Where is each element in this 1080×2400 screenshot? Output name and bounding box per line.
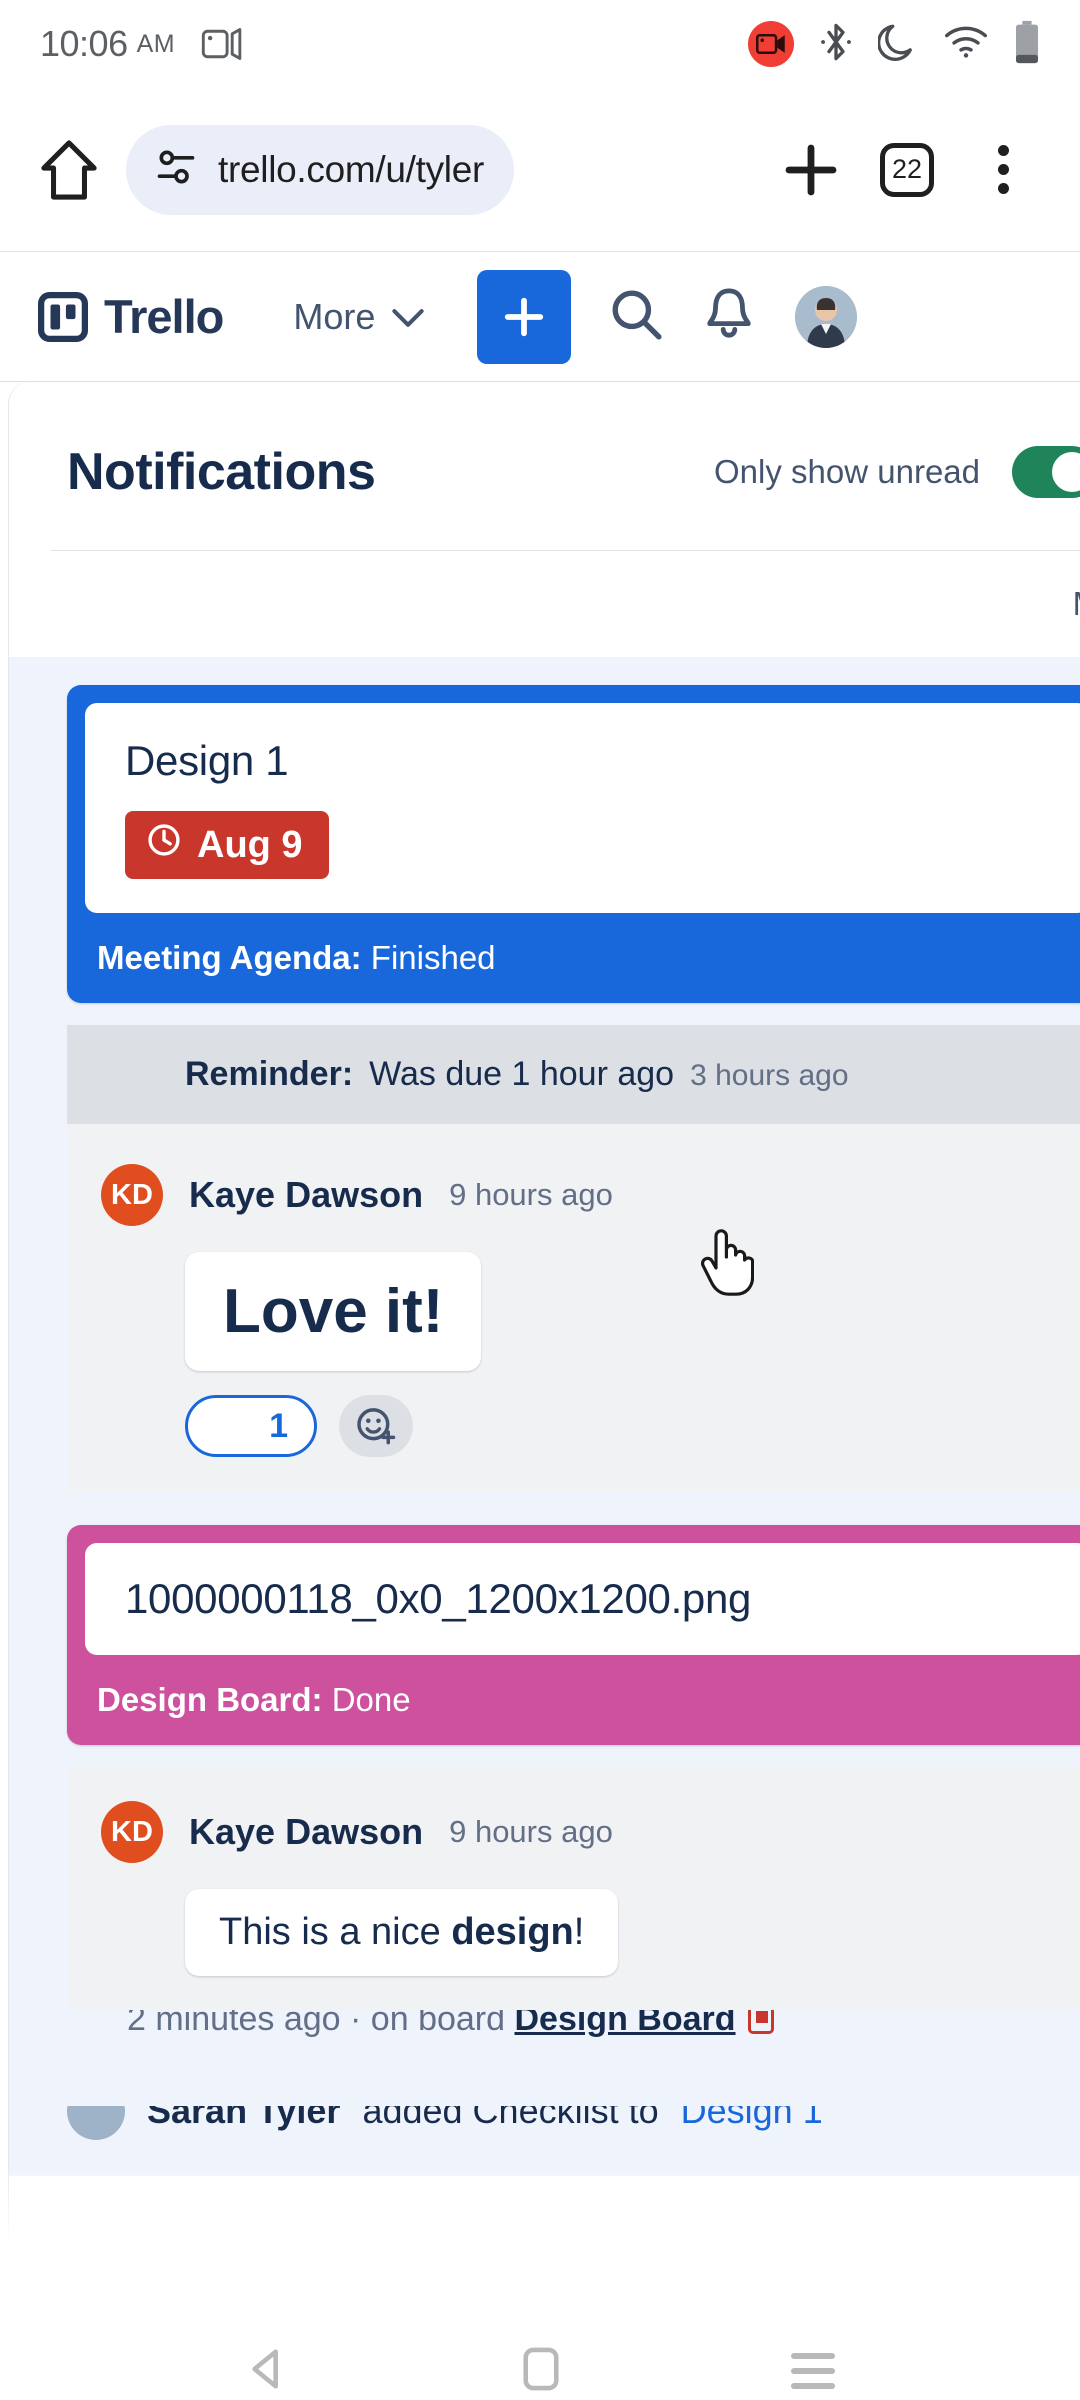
status-icons	[748, 20, 1040, 69]
comment-text-plain: This is a nice	[219, 1911, 452, 1953]
comment-header: KD Kaye Dawson 9 hours ago	[101, 1164, 1080, 1226]
create-button[interactable]	[477, 269, 572, 364]
notifications-header: Notifications Only show unread	[9, 382, 1080, 502]
bell-icon[interactable]	[703, 287, 755, 346]
comment-author: Kaye Dawson	[189, 1174, 424, 1215]
activity-separator: · on board	[340, 2010, 515, 2038]
trello-logo-icon	[38, 291, 88, 342]
notifications-panel: Notifications Only show unread Mark Desi…	[8, 382, 1080, 2312]
bluetooth-icon	[820, 21, 852, 68]
reactions-row: 1	[185, 1395, 1080, 1457]
trello-logo-text: Trello	[104, 290, 224, 343]
avatar[interactable]: KD	[101, 1801, 163, 1863]
reminder-label: Reminder:	[185, 1055, 354, 1093]
trello-logo[interactable]: Trello	[38, 289, 224, 344]
notification-item[interactable]: Design 1 Aug 9 Meeting Agenda: Finished	[9, 673, 1080, 1025]
screen-record-icon	[748, 21, 794, 67]
due-date-label: Aug 9	[197, 823, 303, 866]
due-date-badge[interactable]: Aug 9	[125, 811, 329, 879]
browser-toolbar: trello.com/u/tyler 22	[0, 88, 1080, 252]
add-reaction-icon[interactable]	[339, 1395, 413, 1457]
notifications-list: Design 1 Aug 9 Meeting Agenda: Finished …	[9, 657, 1080, 2176]
battery-icon	[1014, 20, 1040, 69]
trello-header: Trello More	[0, 252, 1080, 382]
user-avatar[interactable]	[795, 285, 858, 348]
reaction-pill[interactable]: 1	[185, 1395, 317, 1457]
comment-header: KD Kaye Dawson 9 hours ago	[101, 1801, 1080, 1863]
activity-timestamp: 2 minutes ago	[127, 2010, 341, 2038]
wifi-icon	[944, 25, 988, 64]
home-square-icon[interactable]	[520, 2346, 562, 2397]
notification-item[interactable]: 1000000118_0x0_1200x1200.png Design Boar…	[9, 1491, 1080, 1767]
cast-icon	[201, 27, 243, 61]
card-title: Design 1	[125, 737, 289, 784]
clock-icon	[147, 823, 181, 867]
status-ampm: AM	[136, 29, 176, 58]
chevron-down-icon	[391, 296, 425, 338]
notifications-page: Notifications Only show unread Mark Desi…	[0, 382, 1080, 2312]
page-title: Notifications	[67, 443, 376, 501]
trello-header-actions	[609, 285, 858, 348]
tab-count-label: 22	[880, 142, 934, 197]
browser-actions: 22	[768, 127, 1046, 213]
more-label: More	[293, 295, 376, 337]
reminder-row: Reminder: Was due 1 hour ago 3 hours ago	[67, 1025, 1080, 1124]
comment-text-bold: design	[451, 1911, 574, 1953]
recents-menu-icon[interactable]	[791, 2353, 836, 2389]
new-tab-button[interactable]	[768, 127, 854, 213]
url-text: trello.com/u/tyler	[218, 148, 485, 190]
site-settings-icon[interactable]	[154, 145, 198, 194]
mark-all-read-button[interactable]: Mark	[1073, 585, 1080, 623]
card-board-list-line: Design Board: Done	[67, 1655, 1080, 1745]
card-board-list-line: Meeting Agenda: Finished	[67, 913, 1080, 1003]
board-name: Design Board:	[97, 1681, 323, 1718]
activity-row-clipped[interactable]: 2 minutes ago · on board Design Board	[67, 2010, 1080, 2102]
activity-row-clipped[interactable]: Sarah Tyler added Checklist to Design 1	[9, 2106, 1080, 2176]
avatar[interactable]	[67, 2106, 125, 2140]
comment-block: KD Kaye Dawson 9 hours ago This is a nic…	[67, 1767, 1080, 2010]
android-navigation-bar	[0, 2312, 1080, 2400]
do-not-disturb-icon	[876, 21, 918, 68]
status-bar: 10:06 AM	[0, 0, 1080, 88]
activity-meta: 2 minutes ago · on board Design Board	[127, 2010, 774, 2039]
address-bar[interactable]: trello.com/u/tyler	[126, 124, 515, 215]
board-name: Meeting Agenda:	[97, 939, 362, 976]
card-cover-inner: Design 1 Aug 9	[85, 703, 1080, 913]
search-icon[interactable]	[609, 287, 663, 346]
tab-switcher-button[interactable]: 22	[864, 127, 950, 213]
comment-block: KD Kaye Dawson 9 hours ago Love it! 1	[67, 1124, 1080, 1491]
comment-timestamp: 9 hours ago	[449, 1177, 613, 1212]
card-cover: 1000000118_0x0_1200x1200.png	[67, 1525, 1080, 1655]
list-name: Done	[331, 1681, 411, 1718]
only-show-unread-label: Only show unread	[714, 453, 980, 490]
card-preview[interactable]: Design 1 Aug 9 Meeting Agenda: Finished	[67, 685, 1080, 1003]
home-icon[interactable]	[34, 139, 104, 201]
card-cover: Design 1 Aug 9	[67, 685, 1080, 913]
card-title: 1000000118_0x0_1200x1200.png	[125, 1575, 752, 1622]
comment-text: This is a nice design!	[185, 1889, 619, 1976]
reminder-value: Was due 1 hour ago	[369, 1055, 675, 1093]
back-triangle-icon[interactable]	[245, 2346, 291, 2397]
comment-text-tail: !	[573, 1911, 585, 1953]
overflow-menu-icon[interactable]	[960, 127, 1046, 213]
avatar[interactable]: KD	[101, 1164, 163, 1226]
mark-all-read-row: Mark	[9, 551, 1080, 657]
card-cover-inner: 1000000118_0x0_1200x1200.png	[85, 1543, 1080, 1655]
status-time: 10:06	[40, 23, 128, 64]
comment-text: Love it!	[185, 1252, 482, 1371]
activity-author: Sarah Tyler	[147, 2106, 341, 2131]
activity-action: added Checklist to	[362, 2106, 659, 2131]
watch-icon	[747, 2010, 774, 2034]
only-show-unread-control[interactable]: Only show unread	[714, 446, 1080, 498]
activity-board-link[interactable]: Design Board	[514, 2010, 735, 2038]
comment-author: Kaye Dawson	[189, 1811, 424, 1852]
only-show-unread-toggle[interactable]	[1012, 446, 1080, 498]
card-preview[interactable]: 1000000118_0x0_1200x1200.png Design Boar…	[67, 1525, 1080, 1745]
more-menu-button[interactable]: More	[293, 296, 425, 338]
activity-card-link[interactable]: Design 1	[681, 2106, 823, 2132]
reminder-timestamp: 3 hours ago	[690, 1059, 849, 1092]
comment-timestamp: 9 hours ago	[449, 1814, 613, 1849]
list-name: Finished	[370, 939, 496, 976]
mouse-cursor	[700, 1227, 755, 1302]
